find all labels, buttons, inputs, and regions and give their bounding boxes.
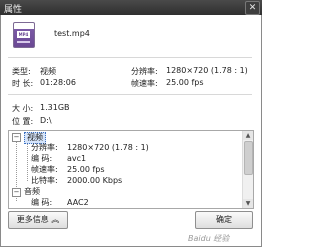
resolution-label: 分辨率: [131,67,158,76]
title-bar: 属性 ✕ [0,0,262,15]
tree-item-label: 编 码: [31,154,53,163]
details-tree[interactable]: − 视频 分辨率: 1280×720 (1.78 : 1) 编 码: avc1 … [8,130,254,209]
size-label: 大 小: [12,104,34,113]
type-label: 类型: [12,67,31,76]
close-icon[interactable]: ✕ [245,1,260,15]
location-label: 位 置: [12,117,34,126]
scroll-up-icon[interactable]: ▲ [243,131,253,140]
scroll-down-icon[interactable]: ▼ [243,199,253,208]
tree-item[interactable]: 编 码: avc1 [31,154,86,164]
resolution-value: 1280×720 (1.78 : 1) [166,66,248,75]
file-icon-strip [17,41,30,43]
vertical-scrollbar[interactable]: ▲ ▼ [242,131,253,208]
tree-item-value: avc1 [67,154,87,163]
duration-value: 01:28:06 [40,78,76,87]
size-value: 1.31GB [40,103,70,112]
mp4-file-icon: MP4 [13,22,35,48]
tree-item[interactable]: 编 码: AAC2 [31,198,89,208]
framerate-value: 25.00 fps [166,78,204,87]
tree-node-label[interactable]: 音频 [24,187,40,197]
collapse-icon[interactable]: − [12,188,21,197]
tree-item-label: 比特率: [31,176,58,185]
tree-item-label: 帧速率: [31,165,58,174]
ok-label: 确定 [216,215,232,224]
chevrons-up-icon: ︽ [51,215,60,224]
divider [8,94,252,95]
framerate-label: 帧速率: [131,79,158,88]
collapse-icon[interactable]: − [12,133,21,142]
tree-item[interactable]: 分辨率: 1280×720 (1.78 : 1) [31,143,149,153]
watermark: Baidu 经验 [188,234,230,243]
tree-item-value: 25.00 fps [67,165,105,174]
file-name: test.mp4 [54,29,90,38]
window-title: 属性 [4,5,23,15]
tree-item-value: 1280×720 (1.78 : 1) [67,143,149,152]
tree-guide-line [27,141,28,181]
divider [8,57,252,58]
more-info-button[interactable]: 更多信息 ︽ [8,211,68,229]
more-info-label: 更多信息 [16,215,49,224]
duration-label: 时 长: [12,79,34,88]
tree-item-value: 2000.00 Kbps [67,176,123,185]
tree-item[interactable]: 帧速率: 25.00 fps [31,165,105,175]
scroll-thumb[interactable] [244,141,253,175]
file-icon-label: MP4 [17,31,30,38]
type-value: 视频 [40,67,56,76]
tree-item-label: 分辨率: [31,143,58,152]
tree-item[interactable]: 比特率: 2000.00 Kbps [31,176,122,186]
tree-item-value: AAC2 [67,198,89,207]
ok-button[interactable]: 确定 [195,211,253,229]
tree-item-label: 编 码: [31,198,53,207]
location-value[interactable]: D:\ [40,116,52,125]
